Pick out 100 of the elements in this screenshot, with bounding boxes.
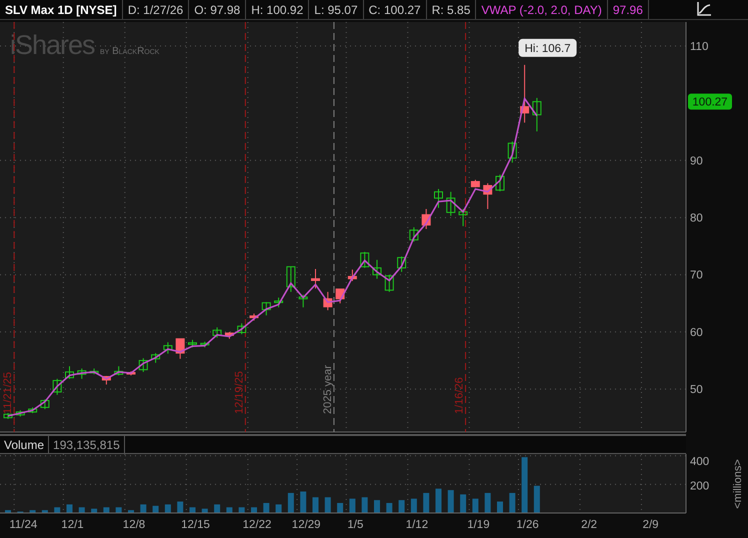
date-axis-label: 12/15	[181, 519, 210, 531]
volume-label: Volume	[0, 436, 50, 453]
candlestick	[212, 326, 222, 338]
volume-bar	[436, 488, 442, 513]
volume-bar	[300, 492, 306, 513]
candlestick	[138, 358, 148, 372]
candlestick	[274, 297, 284, 308]
date-axis-label: 1/12	[406, 519, 428, 531]
date-axis-label: 2/9	[642, 519, 659, 531]
chart-style-icon[interactable]	[696, 1, 712, 17]
candlestick	[384, 274, 394, 292]
date-axis-label: 12/8	[122, 519, 146, 531]
volume-axis-label: 400	[690, 456, 710, 468]
candlestick	[434, 188, 443, 208]
candlestick	[286, 266, 296, 292]
candlestick	[397, 256, 406, 272]
date-axis-label: 1/26	[516, 519, 539, 531]
date-axis-label: 1/5	[347, 519, 364, 531]
price-axis-label: 110	[690, 41, 708, 54]
volume-bar	[42, 510, 48, 513]
marker-label: 12/19/25	[233, 371, 246, 414]
candlestick	[532, 97, 542, 132]
candlestick	[458, 208, 468, 227]
price-axis-label: 50	[690, 384, 703, 396]
date-axis-label: 2/2	[581, 519, 598, 531]
candlestick	[311, 268, 320, 289]
volume-bar	[91, 508, 98, 513]
date-axis-label: 1/19	[467, 519, 490, 531]
volume-bar	[423, 492, 430, 513]
symbol-label: SLV Max 1D [NYSE]	[0, 0, 123, 19]
candlestick	[446, 191, 456, 216]
volume-bar	[128, 510, 134, 513]
candlestick	[508, 141, 517, 164]
date-axis-label: 12/29	[292, 519, 321, 531]
volume-bar	[460, 494, 466, 513]
price-axis-label: 80	[690, 212, 703, 225]
candlestick	[262, 302, 271, 316]
quote-field: O: 97.98	[194, 2, 240, 16]
price-axis-label: 70	[690, 270, 703, 282]
candlestick	[496, 174, 504, 192]
candlestick	[224, 331, 234, 340]
candlestick	[126, 370, 136, 376]
volume-bar	[374, 500, 380, 513]
price-axis-label: 60	[690, 326, 703, 339]
volume-bar	[30, 510, 36, 513]
candlestick	[409, 226, 418, 242]
volume-bar	[312, 497, 318, 513]
candlestick	[16, 410, 25, 418]
candlestick	[114, 366, 124, 376]
volume-bar	[202, 508, 208, 513]
candlestick	[360, 251, 370, 268]
volume-bar	[177, 502, 184, 513]
candlestick	[52, 378, 62, 396]
candlestick	[237, 322, 246, 335]
volume-bar	[362, 497, 368, 513]
candlestick	[176, 338, 185, 360]
candlestick	[470, 179, 480, 188]
volume-bar	[398, 500, 405, 513]
marker-label: 11/21/25	[2, 372, 14, 414]
quote-field: 97.96	[612, 2, 643, 16]
marker-label: 1/16/26	[454, 377, 466, 414]
date-axis-label: 11/24	[9, 519, 38, 531]
volume-reading: 193,135,815	[49, 436, 125, 453]
quote-field: D: 1/27/26	[128, 2, 184, 16]
candlestick	[4, 412, 12, 420]
volume-unit-label: <millions>	[732, 459, 744, 509]
candlestick	[151, 352, 160, 364]
candlestick	[40, 398, 50, 410]
candlestick	[188, 339, 197, 348]
quote-field: C: 100.27	[368, 2, 421, 16]
candlestick	[200, 341, 210, 348]
quote-field: L: 95.07	[314, 2, 358, 16]
candlestick	[77, 368, 86, 380]
candlestick	[28, 406, 38, 414]
quote-field: VWAP (-2.0, 2.0, DAY)	[481, 2, 602, 16]
price-axis-label: 90	[690, 155, 703, 168]
last-price-badge: 100.27	[688, 94, 732, 110]
candlestick	[336, 288, 345, 304]
volume-bar	[522, 457, 528, 513]
candlestick	[520, 64, 530, 124]
candlestick	[323, 291, 332, 311]
candlestick	[483, 182, 492, 210]
annotation: Hi: 106.7	[524, 42, 571, 55]
marker-label: 2025 year	[322, 365, 334, 414]
candlestick	[298, 294, 308, 308]
quote-field: H: 100.92	[251, 2, 304, 16]
quote-field: R: 5.85	[432, 2, 470, 16]
candlestick	[422, 208, 431, 230]
volume-axis-label: 200	[690, 480, 710, 492]
candlestick	[250, 313, 258, 321]
date-axis-label: 12/22	[242, 519, 272, 531]
candlestick	[65, 366, 74, 380]
candlestick	[102, 375, 111, 386]
volume-bar	[497, 502, 503, 513]
volume-bar	[5, 510, 11, 513]
candlestick	[372, 259, 382, 280]
candlestick	[348, 269, 357, 282]
volume-bar	[484, 492, 491, 513]
candlestick	[163, 342, 172, 354]
high-tooltip: Hi: 106.7	[518, 38, 577, 57]
